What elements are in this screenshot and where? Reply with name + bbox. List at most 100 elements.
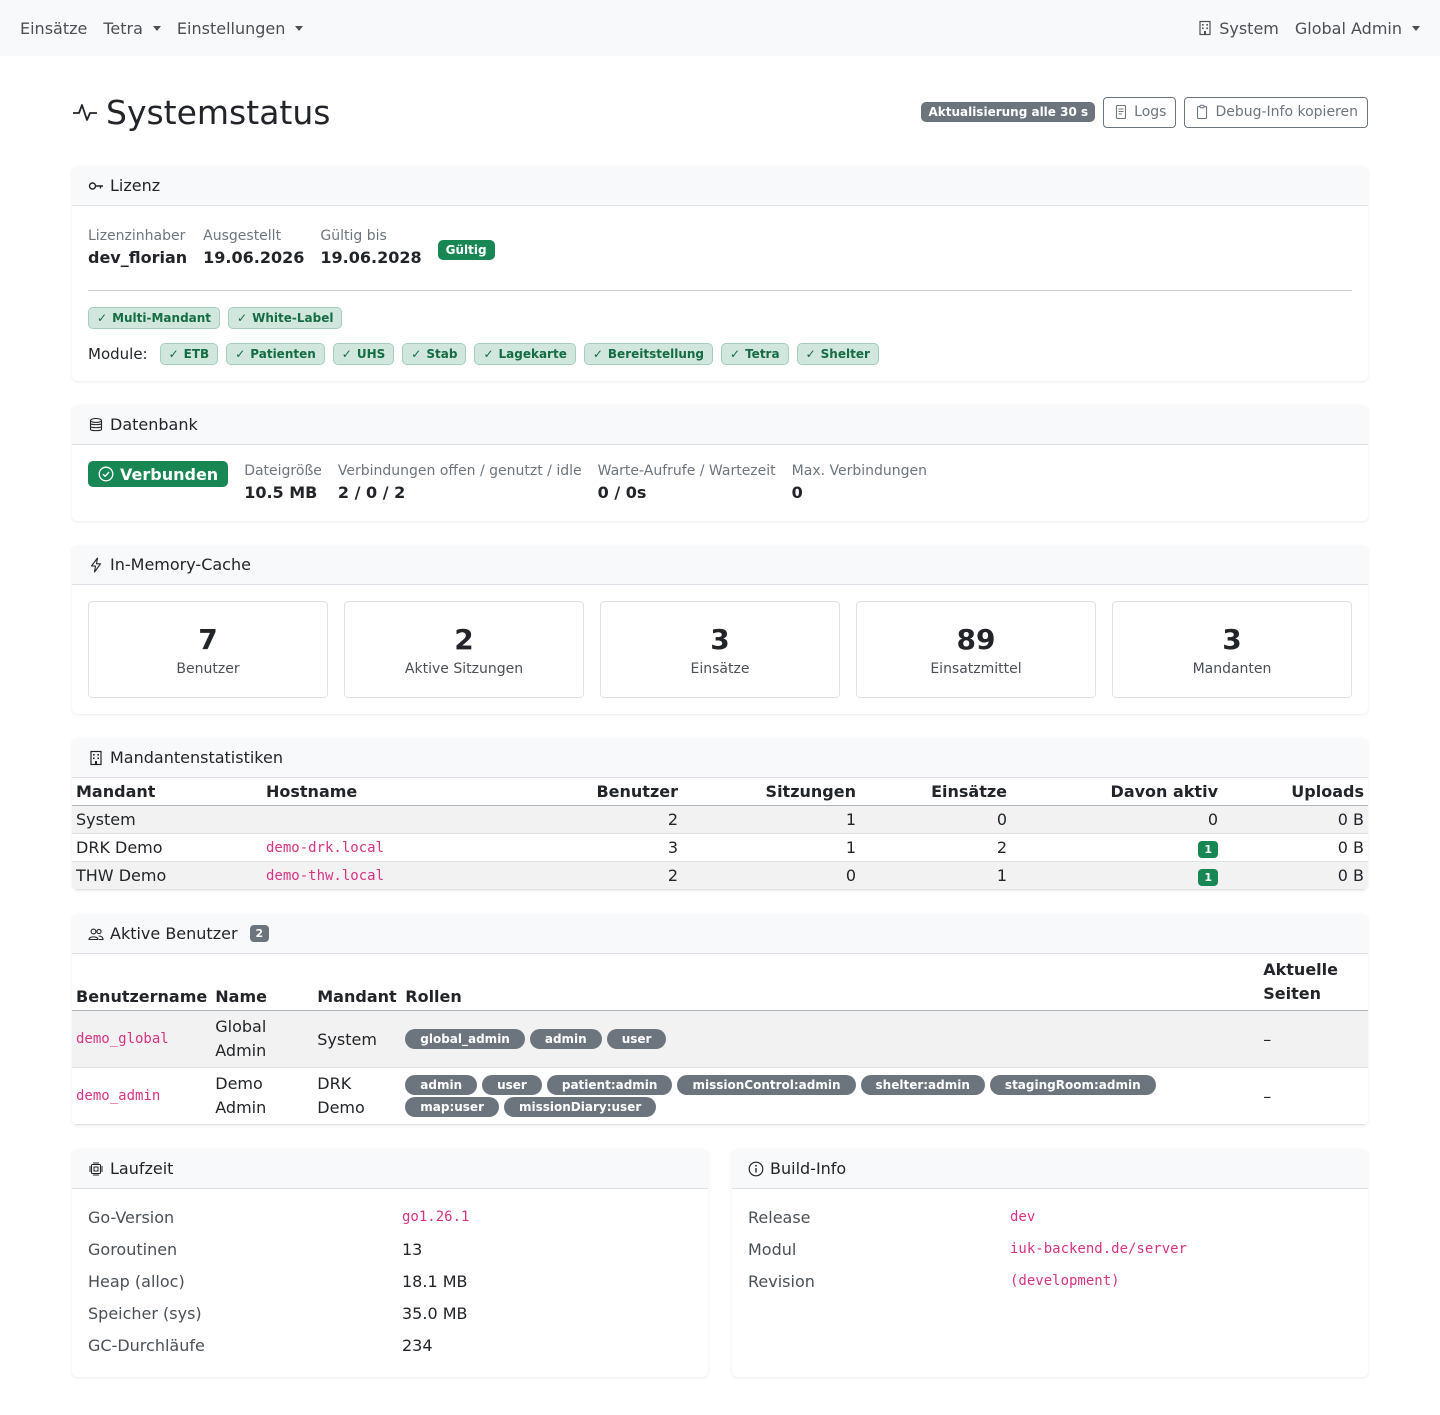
building-icon <box>88 750 104 766</box>
license-issued-value: 19.06.2026 <box>203 248 305 267</box>
db-status-label: Verbunden <box>120 464 219 484</box>
feature-label: Multi-Mandant <box>112 311 212 325</box>
col-benutzer: Benutzer <box>502 778 682 806</box>
cell-benutzer: 3 <box>502 833 682 862</box>
col-uploads: Uploads <box>1222 778 1368 806</box>
runtime-card-body: Go-Version go1.26.1 Goroutinen 13 Heap (al… <box>72 1189 708 1377</box>
nav-tetra-dropdown[interactable]: Tetra <box>103 19 161 38</box>
stat-mandanten: 3 Mandanten <box>1112 601 1352 698</box>
cache-card-title: In-Memory-Cache <box>110 555 251 574</box>
cell-roles: admin user patient:admin missionControl:adm… <box>401 1067 1260 1125</box>
db-connections-label: Verbindungen offen / genutzt / idle <box>337 463 582 479</box>
db-size: Dateigröße 10.5 MB <box>244 461 322 505</box>
stat-label: Einsatzmittel <box>930 660 1022 677</box>
cell-hostname <box>262 805 502 834</box>
table-header-row: Benutzername Name Mandant Rollen Aktuell… <box>72 954 1368 1011</box>
check-icon: ✓ <box>483 347 494 361</box>
active-users-table: Benutzername Name Mandant Rollen Aktuell… <box>72 954 1368 1125</box>
feature-label: White-Label <box>252 311 334 325</box>
runtime-key: Speicher (sys) <box>88 1303 202 1323</box>
cell-aktiv: 0 <box>1011 805 1222 834</box>
check-icon: ✓ <box>805 347 816 361</box>
debug-info-button-label: Debug-Info kopieren <box>1215 104 1358 120</box>
stat-value: 7 <box>198 622 218 656</box>
license-status-wrap: Gültig <box>437 239 495 270</box>
stat-benutzer: 7 Benutzer <box>88 601 328 698</box>
active-users-card: Aktive Benutzer 2 Benutzername Name Mand… <box>72 914 1368 1125</box>
module-badge-uhs: ✓ UHS <box>332 343 395 365</box>
modules-label: Module: <box>88 345 148 363</box>
runtime-row: Speicher (sys) 35.0 MB <box>88 1297 692 1329</box>
stat-aktive-sitzungen: 2 Aktive Sitzungen <box>344 601 584 698</box>
feature-badge-white-label: ✓ White-Label <box>228 307 343 329</box>
role-badge: map:user <box>405 1097 499 1117</box>
caret-down-icon <box>152 25 161 31</box>
cell-sitzungen: 1 <box>682 833 860 862</box>
check-icon: ✓ <box>730 347 741 361</box>
cell-mandant: DRK Demo <box>313 1067 402 1125</box>
module-badge-shelter: ✓ Shelter <box>796 343 879 365</box>
nav-system[interactable]: System <box>1197 19 1279 38</box>
caret-down-icon <box>1412 25 1420 31</box>
license-card: Lizenz Lizenzinhaber dev_florian Ausgest… <box>72 166 1368 381</box>
license-valid-label: Gültig bis <box>320 228 387 244</box>
check-icon: ✓ <box>168 347 179 361</box>
debug-info-button[interactable]: Debug-Info kopieren <box>1184 96 1368 128</box>
cell-hostname: demo-thw.local <box>262 861 502 890</box>
database-icon <box>88 417 104 433</box>
cache-card-body: 7 Benutzer 2 Aktive Sitzungen 3 Einsätze 89… <box>72 585 1368 714</box>
db-max-connections: Max. Verbindungen 0 <box>792 461 927 505</box>
build-info-card: Build-Info Release dev Modul iuk-backend.d… <box>732 1149 1368 1377</box>
col-aktuelle-seiten: Aktuelle Seiten <box>1259 954 1368 1011</box>
module-label: Stab <box>426 347 458 361</box>
nav-einstellungen-dropdown[interactable]: Einstellungen <box>176 18 304 38</box>
database-card-header: Datenbank <box>72 405 1368 445</box>
runtime-row: Go-Version go1.26.1 <box>88 1201 692 1233</box>
module-label: Patienten <box>250 347 316 361</box>
build-info-card-title: Build-Info <box>770 1159 847 1178</box>
table-row: THW Demo demo-thw.local 2 0 1 1 0 B <box>72 861 1368 890</box>
db-wait: Warte-Aufrufe / Wartezeit 0 / 0s <box>598 461 776 505</box>
active-users-card-title: Aktive Benutzer <box>110 924 238 943</box>
cache-card-header: In-Memory-Cache <box>72 545 1368 585</box>
nav-einsaetze[interactable]: Einsätze <box>20 19 87 38</box>
cell-uploads: 0 B <box>1222 805 1368 834</box>
col-name: Name <box>211 954 314 1011</box>
database-card: Datenbank Verbunden Dateigröße 10.5 MB V… <box>72 405 1368 521</box>
build-row: Release dev <box>748 1201 1352 1233</box>
license-valid: Gültig bis 19.06.2028 <box>320 226 421 270</box>
nav-einstellungen-label: Einstellungen <box>176 18 286 38</box>
cache-card: In-Memory-Cache 7 Benutzer 2 Aktive Sitzun… <box>72 545 1368 714</box>
feature-badge-multi-mandant: ✓ Multi-Mandant <box>88 307 221 329</box>
role-badge: global_admin <box>405 1029 525 1049</box>
check-icon: ✓ <box>341 347 352 361</box>
table-header-row: Mandant Hostname Benutzer Sitzungen Eins… <box>72 778 1368 806</box>
building-icon <box>1197 20 1213 36</box>
build-value: dev <box>1010 1209 1036 1225</box>
cell-username: demo_admin <box>72 1067 212 1125</box>
stat-einsaetze: 3 Einsätze <box>600 601 840 698</box>
db-connections-value: 2 / 0 / 2 <box>337 483 406 502</box>
role-badge: admin <box>529 1029 602 1049</box>
cell-name: Global Admin <box>211 1010 314 1068</box>
refresh-badge: Aktualisierung alle 30 s <box>921 102 1096 122</box>
nav-user-dropdown[interactable]: Global Admin <box>1295 19 1420 38</box>
logs-button[interactable]: Logs <box>1103 96 1177 128</box>
license-valid-value: 19.06.2028 <box>320 248 422 267</box>
license-holder-label: Lizenzinhaber <box>88 228 186 244</box>
cell-hostname: demo-drk.local <box>262 833 502 862</box>
license-holder-value: dev_florian <box>88 248 188 267</box>
nav-system-label: System <box>1219 18 1279 38</box>
role-badge: user <box>606 1029 667 1049</box>
db-size-value: 10.5 MB <box>244 483 318 502</box>
runtime-key: Go-Version <box>88 1207 175 1227</box>
clipboard-icon <box>1194 104 1210 120</box>
cell-sitzungen: 0 <box>682 861 860 890</box>
db-max-label: Max. Verbindungen <box>791 463 928 479</box>
key-icon <box>88 178 104 194</box>
table-row: System 2 1 0 0 0 B <box>72 805 1368 834</box>
build-key: Release <box>748 1207 811 1227</box>
col-mandant: Mandant <box>72 778 262 806</box>
stat-value: 2 <box>454 622 474 656</box>
module-badge-tetra: ✓ Tetra <box>721 343 789 365</box>
